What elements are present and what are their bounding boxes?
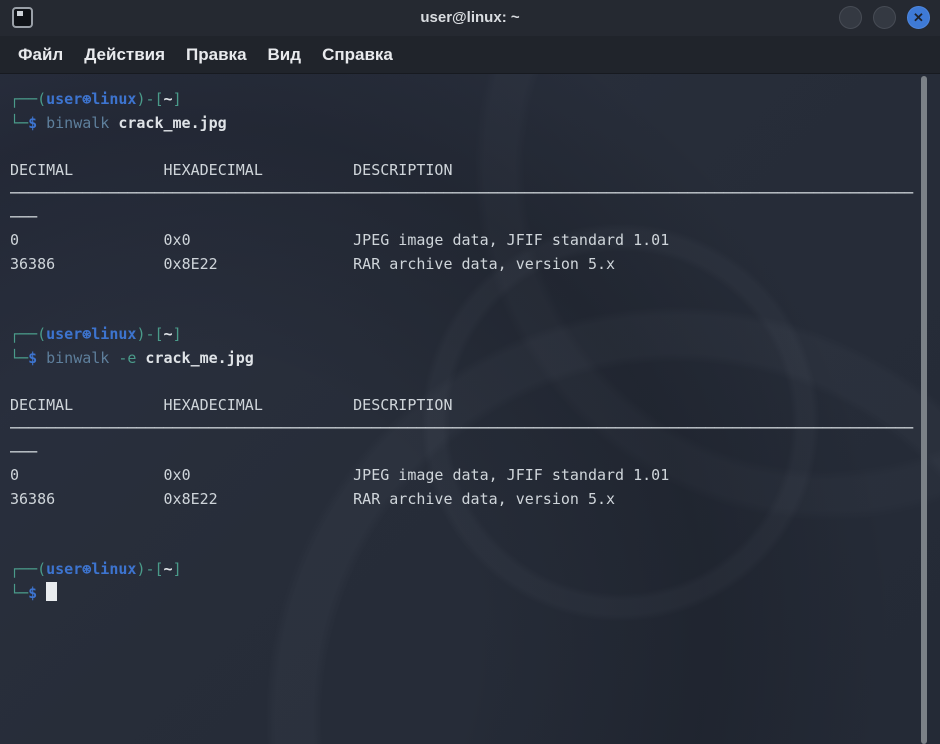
prompt-frame-open: ┌──( bbox=[10, 325, 46, 343]
cell-hexadecimal: 0x0 bbox=[164, 464, 354, 488]
table-row: 00x0JPEG image data, JFIF standard 1.01 bbox=[10, 229, 940, 253]
window-controls: ✕ bbox=[839, 6, 930, 29]
table-separator-wrap: ─── bbox=[10, 206, 940, 230]
prompt-path: ~ bbox=[164, 560, 173, 578]
table-separator: ────────────────────────────────────────… bbox=[10, 182, 940, 206]
prompt-hostname: linux bbox=[91, 325, 136, 343]
menu-actions[interactable]: Действия bbox=[84, 45, 165, 65]
cell-decimal: 36386 bbox=[10, 488, 164, 512]
titlebar[interactable]: user@linux: ~ ✕ bbox=[0, 0, 940, 36]
prompt-line-1-top: ┌──(user⊛linux)-[~] bbox=[10, 88, 940, 112]
scrollbar-track[interactable] bbox=[921, 74, 927, 744]
cell-decimal: 36386 bbox=[10, 253, 164, 277]
column-header-description: DESCRIPTION bbox=[353, 396, 452, 414]
terminal-window: user@linux: ~ ✕ Файл Действия Правка Вид… bbox=[0, 0, 940, 744]
blank-line bbox=[10, 511, 940, 535]
menu-help[interactable]: Справка bbox=[322, 45, 393, 65]
prompt-symbol: $ bbox=[28, 584, 37, 602]
command-arg-file: crack_me.jpg bbox=[145, 349, 253, 367]
column-header-hexadecimal: HEXADECIMAL bbox=[164, 159, 354, 183]
table-header-row: DECIMALHEXADECIMALDESCRIPTION bbox=[10, 394, 940, 418]
menu-edit[interactable]: Правка bbox=[186, 45, 246, 65]
cell-decimal: 0 bbox=[10, 464, 164, 488]
prompt-frame-bottom: └─ bbox=[10, 114, 28, 132]
table-row: 363860x8E22RAR archive data, version 5.x bbox=[10, 253, 940, 277]
prompt-path: ~ bbox=[164, 90, 173, 108]
column-header-description: DESCRIPTION bbox=[353, 161, 452, 179]
menu-file[interactable]: Файл bbox=[18, 45, 63, 65]
window-title: user@linux: ~ bbox=[0, 0, 940, 36]
command-line-current[interactable]: └─$ bbox=[10, 582, 940, 606]
prompt-symbol: $ bbox=[28, 114, 37, 132]
prompt-symbol: $ bbox=[28, 349, 37, 367]
prompt-username: user bbox=[46, 325, 82, 343]
prompt-line-2-top: ┌──(user⊛linux)-[~] bbox=[10, 323, 940, 347]
scrollbar-thumb[interactable] bbox=[921, 76, 927, 744]
terminal-cursor bbox=[46, 582, 57, 601]
kali-at-icon: ⊛ bbox=[82, 560, 91, 578]
cell-description: JPEG image data, JFIF standard 1.01 bbox=[353, 231, 669, 249]
terminal-content: ┌──(user⊛linux)-[~] └─$binwalkcrack_me.j… bbox=[0, 74, 940, 605]
prompt-hostname: linux bbox=[91, 560, 136, 578]
prompt-frame-close: ] bbox=[173, 560, 182, 578]
command-line-2: └─$ binwalk -e crack_me.jpg bbox=[10, 347, 940, 371]
prompt-frame-mid: )-[ bbox=[136, 90, 163, 108]
table-row: 00x0JPEG image data, JFIF standard 1.01 bbox=[10, 464, 940, 488]
prompt-username: user bbox=[46, 90, 82, 108]
prompt-frame-close: ] bbox=[173, 90, 182, 108]
prompt-hostname: linux bbox=[91, 90, 136, 108]
menu-view[interactable]: Вид bbox=[268, 45, 302, 65]
prompt-frame-close: ] bbox=[173, 325, 182, 343]
kali-at-icon: ⊛ bbox=[82, 90, 91, 108]
prompt-frame-mid: )-[ bbox=[136, 325, 163, 343]
terminal-screen[interactable]: ┌──(user⊛linux)-[~] └─$binwalkcrack_me.j… bbox=[0, 74, 940, 744]
cell-hexadecimal: 0x8E22 bbox=[164, 253, 354, 277]
command-binwalk: binwalk bbox=[46, 349, 109, 367]
cell-description: RAR archive data, version 5.x bbox=[353, 255, 615, 273]
cell-hexadecimal: 0x0 bbox=[164, 229, 354, 253]
prompt-username: user bbox=[46, 560, 82, 578]
prompt-frame-open: ┌──( bbox=[10, 90, 46, 108]
prompt-path: ~ bbox=[164, 325, 173, 343]
table-row: 363860x8E22RAR archive data, version 5.x bbox=[10, 488, 940, 512]
blank-line bbox=[10, 135, 940, 159]
prompt-frame-mid: )-[ bbox=[136, 560, 163, 578]
prompt-line-3-top: ┌──(user⊛linux)-[~] bbox=[10, 558, 940, 582]
cell-decimal: 0 bbox=[10, 229, 164, 253]
prompt-frame-bottom: └─ bbox=[10, 349, 28, 367]
table-header-row: DECIMALHEXADECIMALDESCRIPTION bbox=[10, 159, 940, 183]
column-header-decimal: DECIMAL bbox=[10, 394, 164, 418]
table-separator-wrap: ─── bbox=[10, 441, 940, 465]
prompt-frame-open: ┌──( bbox=[10, 560, 46, 578]
table-separator: ────────────────────────────────────────… bbox=[10, 417, 940, 441]
cell-hexadecimal: 0x8E22 bbox=[164, 488, 354, 512]
cell-description: JPEG image data, JFIF standard 1.01 bbox=[353, 466, 669, 484]
command-binwalk: binwalk bbox=[46, 114, 109, 132]
command-line-1: └─$ binwalk crack_me.jpg bbox=[10, 112, 940, 136]
blank-line bbox=[10, 370, 940, 394]
blank-line bbox=[10, 300, 940, 324]
command-arg-file: crack_me.jpg bbox=[118, 114, 226, 132]
maximize-button[interactable] bbox=[873, 6, 896, 29]
menubar: Файл Действия Правка Вид Справка bbox=[0, 36, 940, 74]
kali-at-icon: ⊛ bbox=[82, 325, 91, 343]
cell-description: RAR archive data, version 5.x bbox=[353, 490, 615, 508]
column-header-hexadecimal: HEXADECIMAL bbox=[164, 394, 354, 418]
close-button[interactable]: ✕ bbox=[907, 6, 930, 29]
blank-line bbox=[10, 535, 940, 559]
minimize-button[interactable] bbox=[839, 6, 862, 29]
column-header-decimal: DECIMAL bbox=[10, 159, 164, 183]
prompt-frame-bottom: └─ bbox=[10, 584, 28, 602]
command-flag-e: -e bbox=[118, 349, 136, 367]
blank-line bbox=[10, 276, 940, 300]
